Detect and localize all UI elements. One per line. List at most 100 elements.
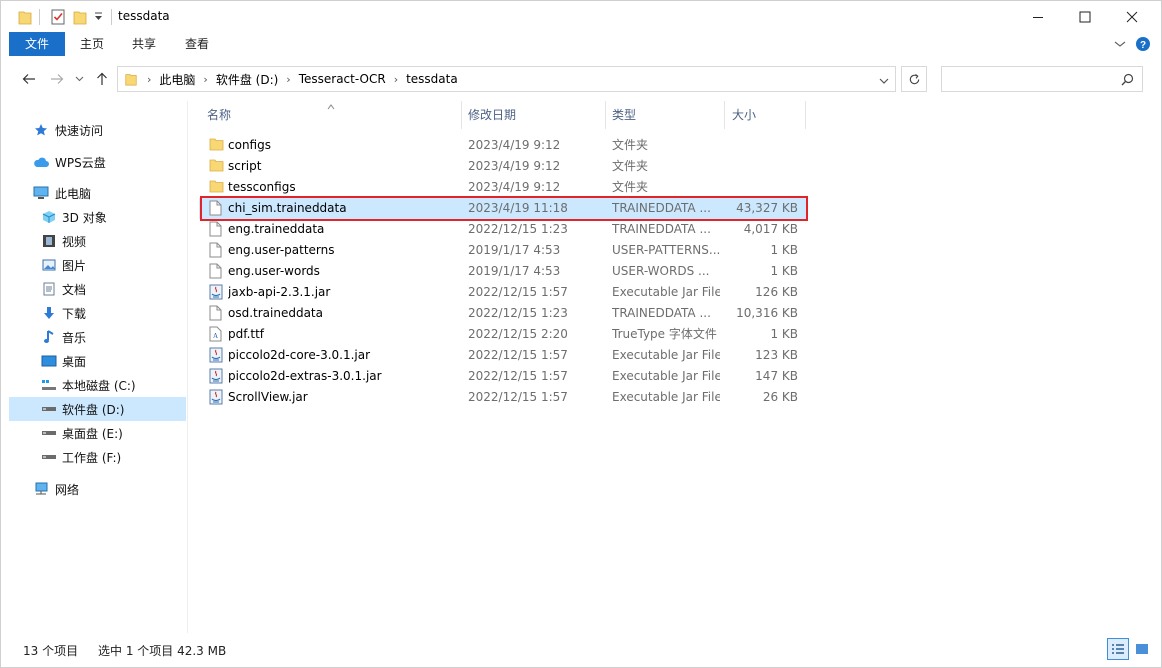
- file-size: [719, 156, 798, 177]
- system-drive-icon: [41, 377, 57, 393]
- breadcrumb-tessdata[interactable]: tessdata: [401, 72, 463, 86]
- sidebar-item-network[interactable]: 网络: [9, 477, 186, 501]
- customize-quick-access-icon[interactable]: [92, 8, 104, 26]
- column-header-name[interactable]: 名称: [207, 101, 457, 129]
- breadcrumb-drive-d[interactable]: 软件盘 (D:): [211, 71, 283, 88]
- details-view-button[interactable]: [1107, 638, 1129, 660]
- minimize-button[interactable]: [1015, 1, 1061, 32]
- refresh-button[interactable]: [901, 66, 927, 92]
- file-list: 名称 修改日期 类型 大小 configs 2023/4/19 9:12 文件夹 sc…: [197, 101, 1161, 633]
- sidebar-item-3d-objects[interactable]: 3D 对象: [9, 205, 186, 229]
- jar-icon: [209, 284, 224, 301]
- file-size: [719, 135, 798, 156]
- sidebar-item-quick-access[interactable]: 快速访问: [9, 118, 186, 142]
- file-size: 1 KB: [770, 327, 798, 341]
- file-size: 1 KB: [770, 243, 798, 257]
- breadcrumb-this-pc[interactable]: 此电脑: [154, 71, 200, 88]
- chevron-right-icon[interactable]: ›: [144, 73, 154, 86]
- chevron-right-icon[interactable]: ›: [200, 73, 210, 86]
- address-bar[interactable]: › 此电脑 › 软件盘 (D:) › Tesseract-OCR › tessd…: [117, 66, 896, 92]
- sidebar-item-desktop[interactable]: 桌面: [9, 349, 186, 373]
- file-row[interactable]: ScrollView.jar 2022/12/15 1:57 Executable …: [199, 387, 807, 408]
- file-size: 126 KB: [755, 285, 798, 299]
- file-row[interactable]: eng.user-words 2019/1/17 4:53 USER-WORDS .…: [199, 261, 807, 282]
- file-type: Executable Jar File: [612, 390, 720, 404]
- drive-icon: [41, 449, 57, 465]
- file-date: 2022/12/15 1:57: [468, 390, 568, 404]
- large-icons-view-button[interactable]: [1131, 638, 1153, 660]
- jar-icon: [209, 347, 224, 364]
- column-divider[interactable]: [805, 101, 806, 129]
- sidebar-item-music[interactable]: 音乐: [9, 325, 186, 349]
- picture-icon: [41, 257, 57, 273]
- file-type: 文件夹: [612, 180, 649, 194]
- column-header-type[interactable]: 类型: [612, 101, 712, 129]
- forward-arrow-icon[interactable]: [49, 71, 65, 87]
- file-row[interactable]: jaxb-api-2.3.1.jar 2022/12/15 1:57 Executa…: [199, 282, 807, 303]
- column-divider[interactable]: [724, 101, 725, 129]
- file-type: Executable Jar File: [612, 285, 720, 299]
- file-date: 2022/12/15 1:23: [468, 306, 568, 320]
- file-row[interactable]: configs 2023/4/19 9:12 文件夹: [199, 135, 807, 156]
- jar-icon: [209, 389, 224, 406]
- recent-locations-icon[interactable]: [73, 71, 85, 87]
- up-arrow-icon[interactable]: [94, 71, 110, 87]
- file-row[interactable]: piccolo2d-extras-3.0.1.jar 2022/12/15 1:5…: [199, 366, 807, 387]
- new-folder-icon[interactable]: [71, 8, 89, 26]
- column-divider[interactable]: [461, 101, 462, 129]
- sidebar-item-drive-e[interactable]: 桌面盘 (E:): [9, 421, 186, 445]
- file-row[interactable]: script 2023/4/19 9:12 文件夹: [199, 156, 807, 177]
- desktop-icon: [41, 353, 57, 369]
- file-size: 1 KB: [770, 264, 798, 278]
- address-history-dropdown-icon[interactable]: [879, 74, 889, 88]
- file-name: eng.traineddata: [228, 222, 325, 236]
- search-input[interactable]: [941, 66, 1143, 92]
- file-date: 2022/12/15 1:23: [468, 222, 568, 236]
- maximize-button[interactable]: [1062, 1, 1108, 32]
- chevron-right-icon[interactable]: ›: [283, 73, 293, 86]
- file-row[interactable]: tessconfigs 2023/4/19 9:12 文件夹: [199, 177, 807, 198]
- file-date: 2023/4/19 9:12: [468, 180, 561, 194]
- column-header-date[interactable]: 修改日期: [468, 101, 598, 129]
- back-arrow-icon[interactable]: [21, 71, 37, 87]
- tab-view[interactable]: 查看: [176, 32, 218, 56]
- tab-share[interactable]: 共享: [123, 32, 165, 56]
- properties-icon[interactable]: [49, 8, 67, 26]
- refresh-icon: [909, 73, 919, 84]
- sidebar-item-drive-f[interactable]: 工作盘 (F:): [9, 445, 186, 469]
- expand-ribbon-icon[interactable]: [1114, 32, 1130, 56]
- close-button[interactable]: [1109, 1, 1155, 32]
- file-row[interactable]: osd.traineddata 2022/12/15 1:23 TRAINEDDAT…: [199, 303, 807, 324]
- file-date: 2022/12/15 1:57: [468, 369, 568, 383]
- sidebar-item-this-pc[interactable]: 此电脑: [9, 181, 186, 205]
- sidebar-item-drive-d[interactable]: 软件盘 (D:): [9, 397, 186, 421]
- file-row[interactable]: Apdf.ttf 2022/12/15 2:20 TrueType 字体文件 1 KB: [199, 324, 807, 345]
- file-date: 2022/12/15 1:57: [468, 285, 568, 299]
- sidebar-item-drive-c[interactable]: 本地磁盘 (C:): [9, 373, 186, 397]
- sidebar-item-pictures[interactable]: 图片: [9, 253, 186, 277]
- ribbon-tabs: 文件 主页 共享 查看 ?: [1, 32, 1161, 56]
- status-bar: 13 个项目 选中 1 个项目 42.3 MB: [1, 637, 1161, 667]
- file-name: piccolo2d-core-3.0.1.jar: [228, 348, 371, 362]
- sidebar-item-wps-cloud[interactable]: WPS云盘: [9, 150, 186, 174]
- tab-file[interactable]: 文件: [9, 32, 65, 56]
- help-icon[interactable]: ?: [1135, 32, 1153, 56]
- chevron-right-icon[interactable]: ›: [391, 73, 401, 86]
- column-divider[interactable]: [605, 101, 606, 129]
- sidebar-item-documents[interactable]: 文档: [9, 277, 186, 301]
- file-row[interactable]: eng.traineddata 2022/12/15 1:23 TRAINEDDAT…: [199, 219, 807, 240]
- breadcrumb-tesseract-ocr[interactable]: Tesseract-OCR: [294, 72, 391, 86]
- network-icon: [33, 481, 49, 497]
- item-count: 13 个项目: [23, 644, 79, 658]
- tab-home[interactable]: 主页: [71, 32, 113, 56]
- font-icon: A: [209, 326, 224, 343]
- sidebar-item-downloads[interactable]: 下载: [9, 301, 186, 325]
- cube-icon: [41, 209, 57, 225]
- sidebar-item-videos[interactable]: 视频: [9, 229, 186, 253]
- video-icon: [41, 233, 57, 249]
- file-icon: [209, 305, 224, 322]
- file-row[interactable]: eng.user-patterns 2019/1/17 4:53 USER-PATT…: [199, 240, 807, 261]
- file-name: eng.user-words: [228, 264, 320, 278]
- column-header-size[interactable]: 大小: [732, 101, 802, 129]
- file-row[interactable]: piccolo2d-core-3.0.1.jar 2022/12/15 1:57 E…: [199, 345, 807, 366]
